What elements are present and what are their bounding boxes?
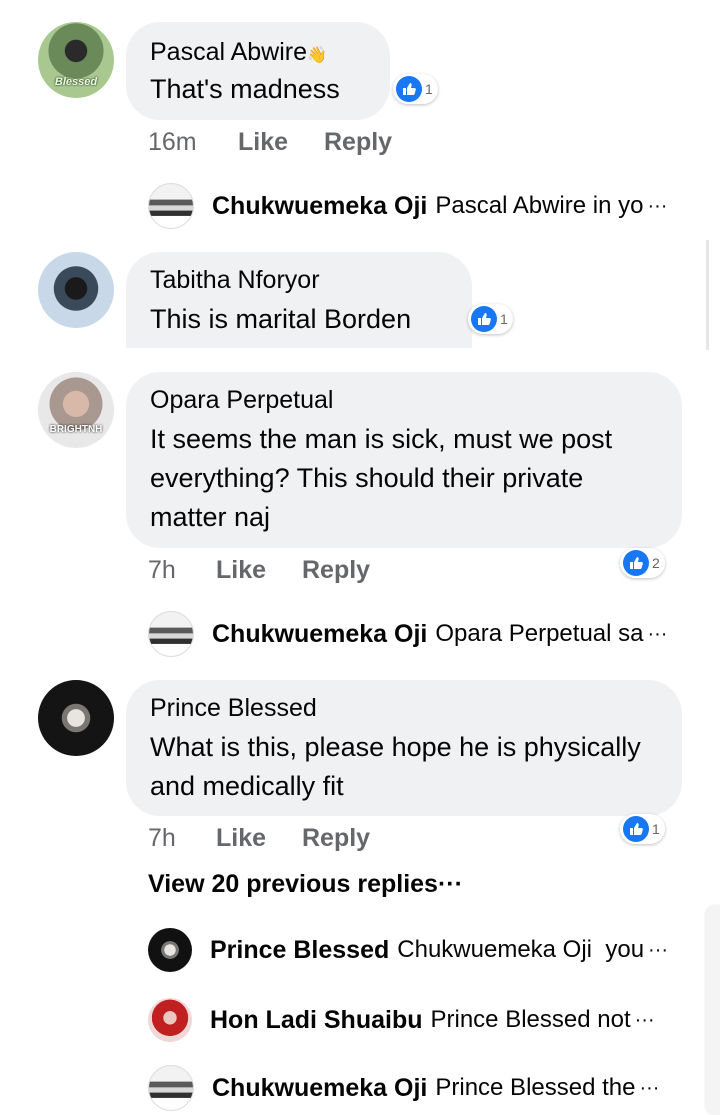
waving-hand-icon: 👋 (307, 47, 327, 64)
reply-link[interactable]: Reply (302, 824, 370, 853)
comment-text: That's madness (150, 74, 340, 104)
reply-snippet: Pascal Abwire in yo (435, 192, 644, 219)
reaction-count: 1 (652, 821, 660, 837)
reply-link[interactable]: Reply (302, 556, 370, 585)
thumbs-up-icon (623, 816, 649, 842)
reaction-badge[interactable]: 2 (620, 548, 665, 578)
avatar-caption: BRIGHTNH (49, 424, 103, 435)
comment-time[interactable]: 7h (148, 556, 216, 585)
comment-text: What is this, please hope he is physical… (150, 732, 641, 801)
comment-meta: 16m Like Reply (148, 128, 392, 157)
comment-author-name: Pascal Abwire (150, 38, 308, 66)
reply-author: Chukwuemeka Oji (212, 1073, 428, 1102)
comment-bubble: Opara Perpetual It seems the man is sick… (126, 372, 682, 548)
comment-bubble: Pascal Abwire👋 That's madness (126, 22, 390, 120)
comment-author[interactable]: Prince Blessed (150, 694, 317, 723)
avatar[interactable]: Blessed (38, 22, 114, 98)
ellipsis-icon: ··· (648, 938, 669, 961)
comment-author[interactable]: Opara Perpetual (150, 386, 333, 415)
avatar-caption: Blessed (54, 76, 98, 88)
comment-text: This is marital Borden (150, 304, 412, 334)
ellipsis-icon: ··· (647, 194, 668, 217)
thumbs-up-icon (396, 76, 422, 102)
avatar (148, 611, 194, 657)
reaction-badge[interactable]: 1 (620, 814, 665, 844)
reply-preview[interactable]: Chukwuemeka Oji Pascal Abwire in yo ··· (148, 183, 668, 229)
reply-author: Chukwuemeka Oji (212, 191, 428, 220)
ellipsis-icon: ··· (639, 1076, 660, 1099)
comment-meta: 7h Like Reply (148, 556, 370, 585)
like-link[interactable]: Like (216, 556, 302, 585)
reply-preview[interactable]: Chukwuemeka Oji Opara Perpetual sa ··· (148, 611, 668, 657)
reply-snippet: Prince Blessed the (435, 1074, 636, 1101)
reply-preview[interactable]: Chukwuemeka Oji Prince Blessed the ··· (148, 1065, 660, 1111)
avatar (148, 998, 192, 1042)
avatar (148, 928, 192, 972)
avatar[interactable] (38, 680, 114, 756)
comment-bubble: Tabitha Nforyor This is marital Borden (126, 252, 472, 348)
avatar[interactable]: BRIGHTNH (38, 372, 114, 448)
reaction-badge[interactable]: 1 (393, 74, 438, 104)
comment-author[interactable]: Pascal Abwire👋 (150, 38, 327, 67)
comment-text: It seems the man is sick, must we post e… (150, 424, 613, 532)
reply-preview[interactable]: Prince Blessed Chukwuemeka Oji you ··· (148, 928, 668, 972)
reaction-count: 2 (652, 555, 660, 571)
comment-author[interactable]: Tabitha Nforyor (150, 266, 320, 295)
reaction-count: 1 (425, 81, 433, 97)
avatar[interactable] (38, 252, 114, 328)
comment-meta: 7h Like Reply (148, 824, 370, 853)
like-link[interactable]: Like (216, 824, 302, 853)
comment-time[interactable]: 16m (148, 128, 238, 157)
reply-link[interactable]: Reply (324, 128, 392, 157)
divider (706, 240, 709, 350)
reaction-count: 1 (500, 311, 508, 327)
thumbs-up-icon (471, 306, 497, 332)
avatar (148, 183, 194, 229)
like-link[interactable]: Like (238, 128, 324, 157)
reply-author: Hon Ladi Shuaibu (210, 1005, 423, 1034)
avatar (148, 1065, 194, 1111)
reply-snippet: Opara Perpetual sa (435, 620, 644, 647)
reaction-badge[interactable]: 1 (468, 304, 513, 334)
reply-author: Prince Blessed (210, 935, 390, 964)
view-previous-replies-link[interactable]: View 20 previous replies··· (148, 870, 463, 899)
reply-preview[interactable]: Hon Ladi Shuaibu Prince Blessed not ··· (148, 998, 655, 1042)
comment-bubble: Prince Blessed What is this, please hope… (126, 680, 682, 816)
ellipsis-icon: ··· (634, 1008, 655, 1031)
comment-time[interactable]: 7h (148, 824, 216, 853)
reply-author: Chukwuemeka Oji (212, 619, 428, 648)
reply-snippet: Chukwuemeka Oji you (397, 936, 645, 963)
scroll-handle[interactable] (706, 905, 720, 1115)
reply-snippet: Prince Blessed not (430, 1006, 631, 1033)
ellipsis-icon: ··· (647, 622, 668, 645)
thumbs-up-icon (623, 550, 649, 576)
